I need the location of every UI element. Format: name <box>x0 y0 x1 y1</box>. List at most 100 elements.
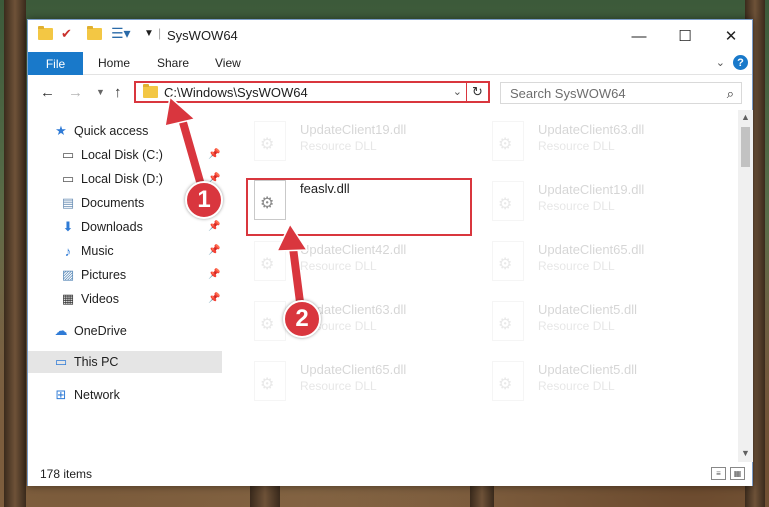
pin-icon[interactable]: 📌 <box>208 221 220 232</box>
details-view-icon[interactable]: ≡ <box>711 467 726 480</box>
file-item[interactable]: UpdateClient65.dll Resource DLL <box>250 358 480 410</box>
sidebar-item-label: Music <box>81 244 114 258</box>
sidebar-item-documents[interactable]: ▤ Documents <box>60 192 144 214</box>
expand-ribbon-icon[interactable]: ⌄ <box>716 56 725 69</box>
navigation-pane: ★ Quick access ▭ Local Disk (C:) 📌 ▭ Loc… <box>28 110 222 462</box>
window-title: SysWOW64 <box>167 28 238 43</box>
file-name: UpdateClient19.dll <box>538 182 645 197</box>
folder-icon <box>143 84 158 98</box>
pin-icon[interactable]: 📌 <box>208 245 220 256</box>
dll-file-icon <box>492 181 524 221</box>
computer-icon: ▭ <box>54 354 68 369</box>
sidebar-item-label: Local Disk (C:) <box>81 148 163 162</box>
tab-file[interactable]: File <box>28 52 83 75</box>
forward-arrow-icon[interactable]: → <box>68 84 83 101</box>
dll-file-icon <box>254 121 286 161</box>
file-name: UpdateClient19.dll <box>300 122 407 137</box>
sidebar-item-videos[interactable]: ▦ Videos <box>60 288 119 310</box>
new-folder-icon[interactable] <box>87 26 102 40</box>
file-item[interactable]: UpdateClient19.dll Resource DLL <box>250 118 480 170</box>
pictures-icon: ▨ <box>61 267 75 282</box>
tab-home[interactable]: Home <box>98 56 130 70</box>
pin-icon[interactable]: 📌 <box>208 269 220 280</box>
file-item[interactable]: UpdateClient5.dll Resource DLL <box>488 298 718 350</box>
dll-file-icon <box>492 301 524 341</box>
file-name: UpdateClient5.dll <box>538 362 638 377</box>
title-bar: ✔ ☰▾ ▼ | SysWOW64 — ☐ ✕ <box>28 20 752 52</box>
customize-toolbar-icon[interactable]: ☰▾ <box>111 25 131 42</box>
explorer-window: ✔ ☰▾ ▼ | SysWOW64 — ☐ ✕ File Home Share … <box>27 19 753 486</box>
sidebar-item-label: Videos <box>81 292 119 306</box>
refresh-icon[interactable]: ↻ <box>466 83 488 101</box>
address-dropdown-icon[interactable]: ⌄ <box>453 85 462 98</box>
tab-share[interactable]: Share <box>157 56 189 70</box>
sidebar-item-label: Pictures <box>81 268 127 282</box>
file-type: Resource DLL <box>300 379 377 393</box>
cloud-icon: ☁ <box>54 323 68 338</box>
documents-icon: ▤ <box>61 195 75 210</box>
dll-file-icon <box>254 301 286 341</box>
file-name: UpdateClient65.dll <box>538 242 645 257</box>
status-bar: 178 items ≡ ▦ <box>28 462 752 486</box>
file-type: Resource DLL <box>538 379 615 393</box>
scroll-down-icon[interactable]: ▼ <box>741 448 750 458</box>
recent-locations-icon[interactable]: ▼ <box>96 87 105 97</box>
dll-file-icon <box>492 241 524 281</box>
search-input[interactable]: Search SysWOW64 ⌕ <box>500 82 742 104</box>
close-button[interactable]: ✕ <box>708 20 754 52</box>
file-type: Resource DLL <box>538 319 615 333</box>
highlight-box <box>246 178 472 236</box>
dll-file-icon <box>254 361 286 401</box>
pin-icon[interactable]: 📌 <box>208 149 220 160</box>
network-icon: ⊞ <box>55 387 67 402</box>
sidebar-item-network[interactable]: ⊞ Network <box>53 384 120 406</box>
window-folder-icon <box>38 26 53 40</box>
file-type: Resource DLL <box>538 139 615 153</box>
file-name: UpdateClient63.dll <box>538 122 645 137</box>
dll-file-icon <box>492 121 524 161</box>
up-arrow-icon[interactable]: ↑ <box>114 84 122 101</box>
sidebar-item-pictures[interactable]: ▨ Pictures <box>60 264 126 286</box>
sidebar-item-label: This PC <box>74 355 119 369</box>
address-bar[interactable]: C:\Windows\SysWOW64 ⌄ ↻ <box>134 81 490 103</box>
scroll-up-icon[interactable]: ▲ <box>741 112 750 122</box>
sidebar-item-downloads[interactable]: ⬇ Downloads <box>60 216 143 238</box>
sidebar-item-label: Network <box>74 388 120 402</box>
step-1-badge: 1 <box>185 181 223 219</box>
background-tree-trunk <box>250 486 280 507</box>
file-item[interactable]: UpdateClient63.dll Resource DLL <box>488 118 718 170</box>
properties-icon[interactable]: ✔ <box>61 26 72 42</box>
search-icon[interactable]: ⌕ <box>727 86 734 102</box>
step-2-badge: 2 <box>283 300 321 338</box>
sidebar-item-quick-access[interactable]: ★ Quick access <box>53 120 148 142</box>
sidebar-item-this-pc[interactable]: ▭ This PC <box>28 351 222 373</box>
large-icons-view-icon[interactable]: ▦ <box>730 467 745 480</box>
download-icon: ⬇ <box>62 219 74 234</box>
back-arrow-icon[interactable]: ← <box>40 84 55 101</box>
sidebar-item-label: Quick access <box>74 124 149 138</box>
sidebar-item-music[interactable]: ♪ Music <box>60 240 114 262</box>
sidebar-item-label: OneDrive <box>74 324 127 338</box>
background-tree-trunk <box>4 0 26 507</box>
file-list: UpdateClient19.dll Resource DLL feaslv.d… <box>222 110 738 462</box>
pin-icon[interactable]: 📌 <box>208 293 220 304</box>
scrollbar-thumb[interactable] <box>741 127 750 167</box>
sidebar-item-local-disk-c[interactable]: ▭ Local Disk (C:) <box>60 144 224 166</box>
help-button[interactable]: ? <box>733 55 748 70</box>
minimize-button[interactable]: — <box>616 20 662 52</box>
background-tree-trunk <box>470 486 494 507</box>
maximize-button[interactable]: ☐ <box>662 20 708 52</box>
sidebar-item-local-disk-d[interactable]: ▭ Local Disk (D:) <box>60 168 163 190</box>
file-item[interactable]: UpdateClient5.dll Resource DLL <box>488 358 718 410</box>
file-item[interactable]: UpdateClient42.dll Resource DLL <box>250 238 480 290</box>
title-separator: | <box>158 26 162 40</box>
sidebar-item-label: Documents <box>81 196 145 210</box>
drive-icon: ▭ <box>61 171 75 186</box>
quick-access-dropdown-icon[interactable]: ▼ <box>144 28 154 39</box>
tab-view[interactable]: View <box>215 56 241 70</box>
vertical-scrollbar[interactable]: ▲ ▼ <box>738 110 753 462</box>
file-item[interactable]: UpdateClient19.dll Resource DLL <box>488 178 718 230</box>
file-item[interactable]: UpdateClient65.dll Resource DLL <box>488 238 718 290</box>
sidebar-item-onedrive[interactable]: ☁ OneDrive <box>53 320 127 342</box>
dll-file-icon <box>492 361 524 401</box>
